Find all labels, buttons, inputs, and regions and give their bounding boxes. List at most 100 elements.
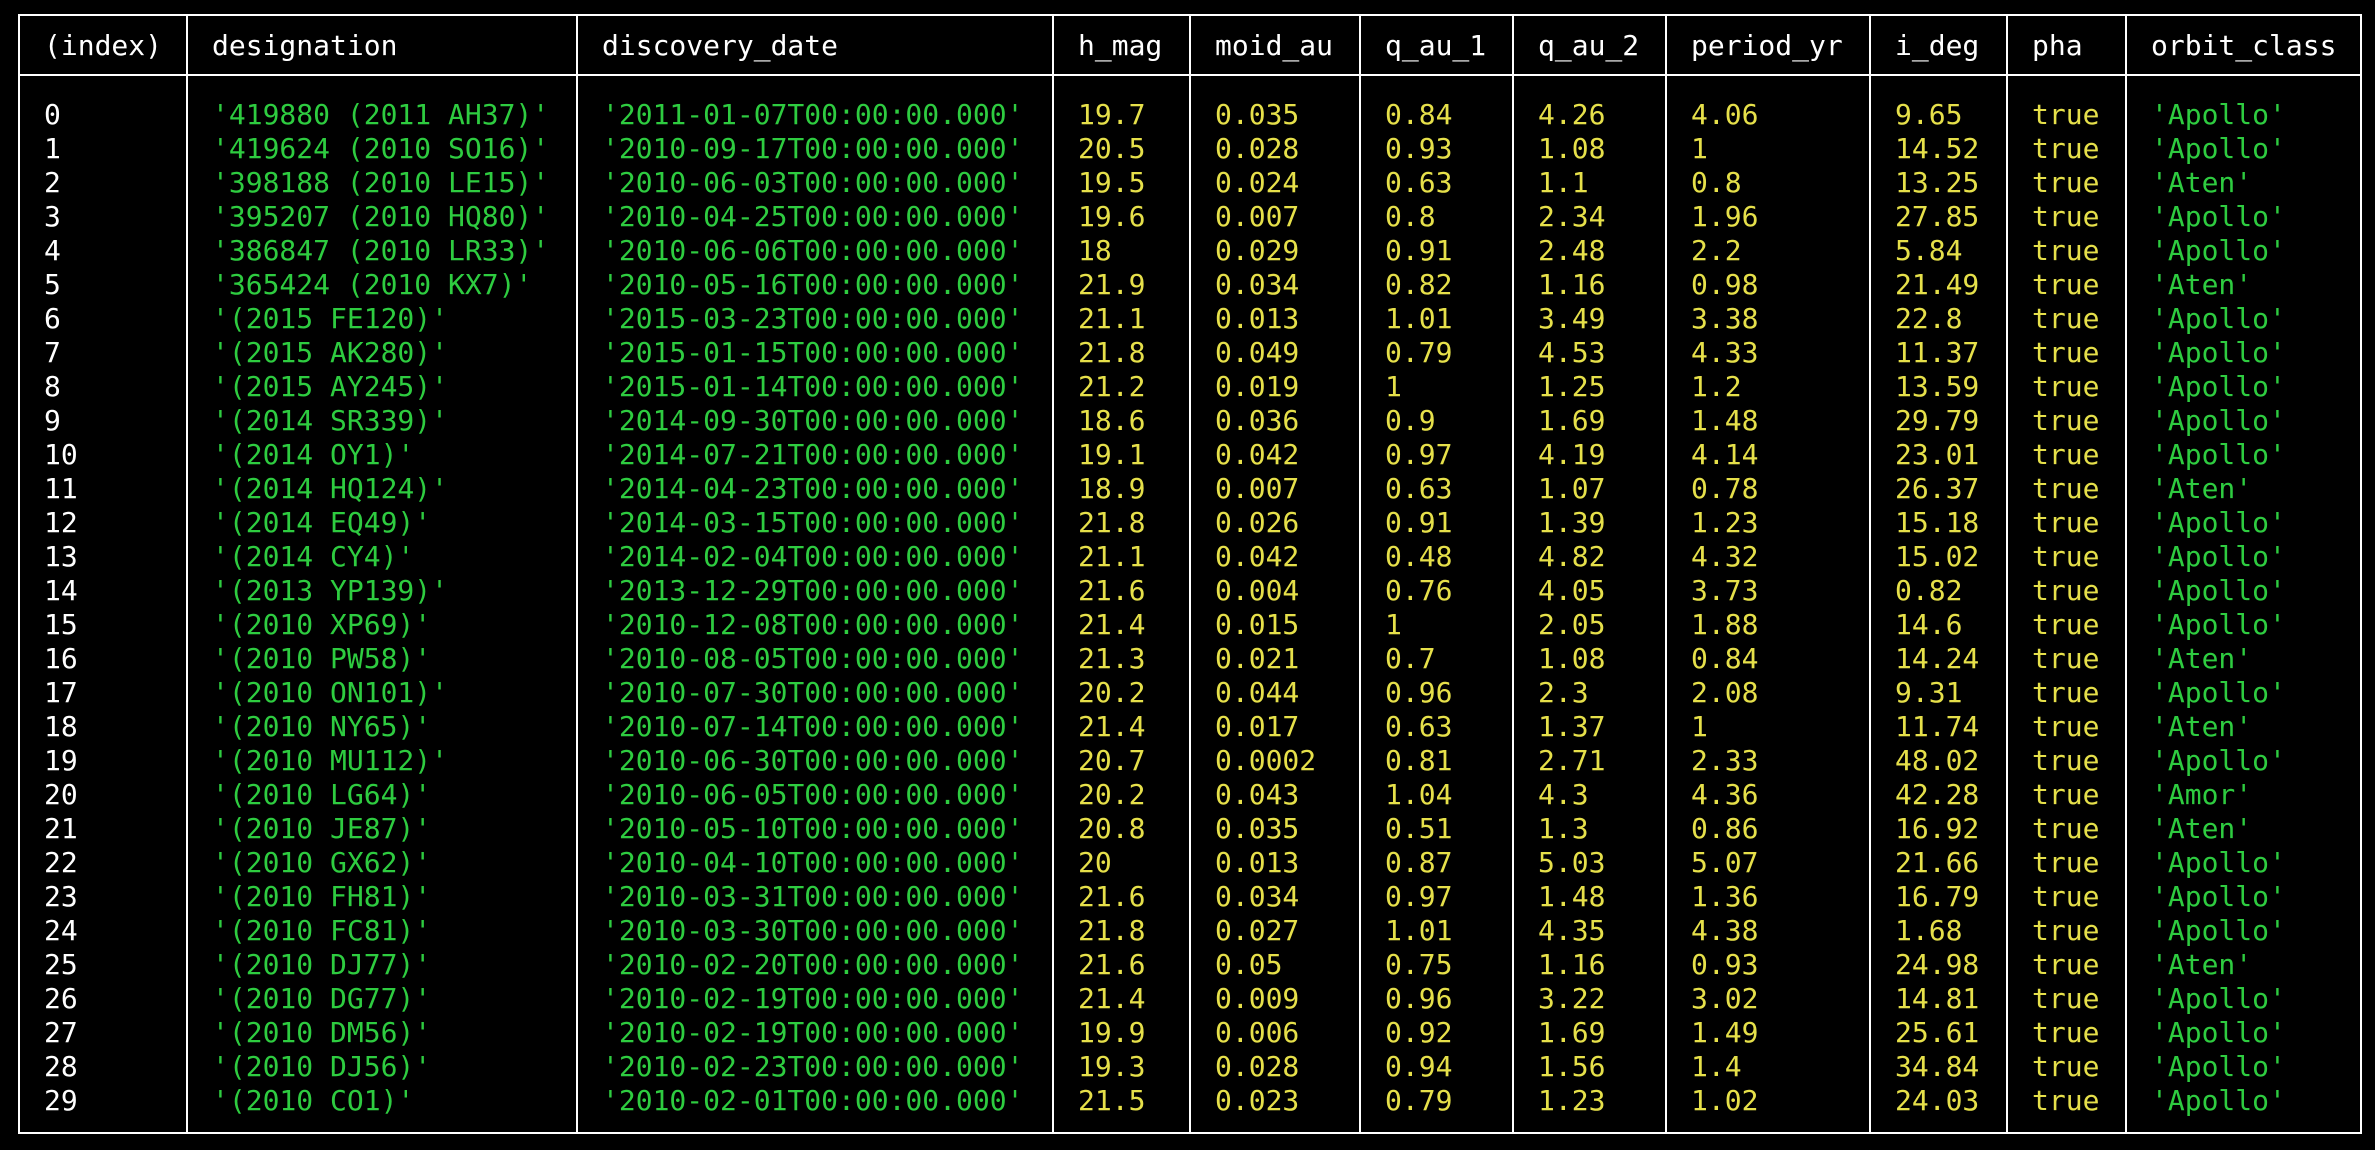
cell-h-mag: 18 — [1078, 234, 1112, 267]
cell-period-yr: 0.93 — [1691, 948, 1759, 981]
cell-q-au-2: 4.35 — [1538, 914, 1606, 947]
cell-orbit-class: 'Apollo' — [2151, 370, 2286, 403]
cell-orbit-class: 'Aten' — [2151, 948, 2253, 981]
cell-pha: true — [2032, 914, 2100, 947]
cell-i-deg: 14.52 — [1895, 132, 1980, 165]
cell-pha: true — [2032, 472, 2100, 505]
cell-period-yr: 3.38 — [1691, 302, 1759, 335]
cell-orbit-class: 'Aten' — [2151, 642, 2253, 675]
cell-period-yr: 1.96 — [1691, 200, 1759, 233]
cell-discovery-date: '2011-01-07T00:00:00.000' — [602, 98, 1024, 131]
cell-pha: true — [2032, 1016, 2100, 1049]
cell-q-au-2: 2.3 — [1538, 676, 1589, 709]
cell-index: 11 — [44, 472, 78, 505]
cell-orbit-class: 'Apollo' — [2151, 132, 2286, 165]
cell-designation: '(2010 PW58)' — [212, 642, 432, 675]
cell-period-yr: 5.07 — [1691, 846, 1759, 879]
cell-index: 16 — [44, 642, 78, 675]
cell-moid-au: 0.05 — [1215, 948, 1283, 981]
cell-discovery-date: '2014-02-04T00:00:00.000' — [602, 540, 1024, 573]
cell-pha: true — [2032, 268, 2100, 301]
cell-i-deg: 22.8 — [1895, 302, 1963, 335]
cell-pha: true — [2032, 404, 2100, 437]
cell-period-yr: 4.38 — [1691, 914, 1759, 947]
cell-orbit-class: 'Apollo' — [2151, 540, 2286, 573]
cell-index: 7 — [44, 336, 61, 369]
cell-q-au-1: 0.91 — [1385, 506, 1453, 539]
cell-q-au-1: 0.63 — [1385, 472, 1453, 505]
column-header-period-yr: period_yr — [1691, 29, 1843, 62]
cell-q-au-1: 0.92 — [1385, 1016, 1453, 1049]
cell-period-yr: 2.2 — [1691, 234, 1742, 267]
cell-moid-au: 0.017 — [1215, 710, 1300, 743]
cell-q-au-2: 4.53 — [1538, 336, 1606, 369]
cell-discovery-date: '2010-06-05T00:00:00.000' — [602, 778, 1024, 811]
cell-orbit-class: 'Aten' — [2151, 472, 2253, 505]
cell-pha: true — [2032, 234, 2100, 267]
cell-discovery-date: '2010-03-30T00:00:00.000' — [602, 914, 1024, 947]
cell-moid-au: 0.023 — [1215, 1084, 1300, 1117]
cell-index: 19 — [44, 744, 78, 777]
cell-index: 0 — [44, 98, 61, 131]
cell-discovery-date: '2010-09-17T00:00:00.000' — [602, 132, 1024, 165]
cell-pha: true — [2032, 982, 2100, 1015]
cell-index: 23 — [44, 880, 78, 913]
cell-pha: true — [2032, 642, 2100, 675]
cell-moid-au: 0.013 — [1215, 846, 1300, 879]
cell-designation: '(2010 MU112)' — [212, 744, 449, 777]
cell-h-mag: 21.6 — [1078, 948, 1146, 981]
cell-period-yr: 2.08 — [1691, 676, 1759, 709]
cell-discovery-date: '2010-03-31T00:00:00.000' — [602, 880, 1024, 913]
cell-q-au-2: 1.69 — [1538, 1016, 1606, 1049]
cell-period-yr: 4.06 — [1691, 98, 1759, 131]
cell-designation: '(2015 AK280)' — [212, 336, 449, 369]
cell-q-au-2: 4.3 — [1538, 778, 1589, 811]
cell-index: 6 — [44, 302, 61, 335]
cell-designation: '(2010 LG64)' — [212, 778, 432, 811]
cell-q-au-1: 0.96 — [1385, 676, 1453, 709]
cell-designation: '(2014 HQ124)' — [212, 472, 449, 505]
cell-discovery-date: '2010-02-19T00:00:00.000' — [602, 1016, 1024, 1049]
cell-moid-au: 0.035 — [1215, 812, 1300, 845]
cell-discovery-date: '2010-06-06T00:00:00.000' — [602, 234, 1024, 267]
cell-pha: true — [2032, 948, 2100, 981]
cell-q-au-2: 1.56 — [1538, 1050, 1606, 1083]
cell-designation: '(2014 OY1)' — [212, 438, 415, 471]
cell-index: 25 — [44, 948, 78, 981]
cell-orbit-class: 'Apollo' — [2151, 982, 2286, 1015]
cell-pha: true — [2032, 540, 2100, 573]
cell-pha: true — [2032, 744, 2100, 777]
cell-pha: true — [2032, 506, 2100, 539]
cell-period-yr: 0.78 — [1691, 472, 1759, 505]
cell-pha: true — [2032, 200, 2100, 233]
cell-q-au-1: 0.97 — [1385, 880, 1453, 913]
cell-q-au-2: 4.05 — [1538, 574, 1606, 607]
cell-q-au-2: 1.3 — [1538, 812, 1589, 845]
cell-orbit-class: 'Aten' — [2151, 166, 2253, 199]
console-table: (index) designation discovery_date h_mag moi… — [18, 14, 2362, 1134]
cell-q-au-2: 4.82 — [1538, 540, 1606, 573]
cell-orbit-class: 'Aten' — [2151, 710, 2253, 743]
cell-i-deg: 27.85 — [1895, 200, 1980, 233]
cell-h-mag: 19.6 — [1078, 200, 1146, 233]
column-divider — [1359, 16, 1361, 1132]
cell-moid-au: 0.007 — [1215, 472, 1300, 505]
cell-i-deg: 11.74 — [1895, 710, 1980, 743]
cell-h-mag: 19.5 — [1078, 166, 1146, 199]
cell-period-yr: 3.02 — [1691, 982, 1759, 1015]
cell-h-mag: 21.8 — [1078, 506, 1146, 539]
cell-q-au-1: 0.7 — [1385, 642, 1436, 675]
cell-i-deg: 15.18 — [1895, 506, 1980, 539]
cell-i-deg: 16.92 — [1895, 812, 1980, 845]
cell-pha: true — [2032, 132, 2100, 165]
column-divider — [576, 16, 578, 1132]
cell-orbit-class: 'Apollo' — [2151, 846, 2286, 879]
cell-q-au-1: 0.96 — [1385, 982, 1453, 1015]
column-header-orbit-class: orbit_class — [2151, 29, 2337, 62]
cell-pha: true — [2032, 370, 2100, 403]
cell-period-yr: 0.98 — [1691, 268, 1759, 301]
cell-period-yr: 1.4 — [1691, 1050, 1742, 1083]
cell-orbit-class: 'Apollo' — [2151, 608, 2286, 641]
cell-pha: true — [2032, 608, 2100, 641]
cell-i-deg: 42.28 — [1895, 778, 1980, 811]
